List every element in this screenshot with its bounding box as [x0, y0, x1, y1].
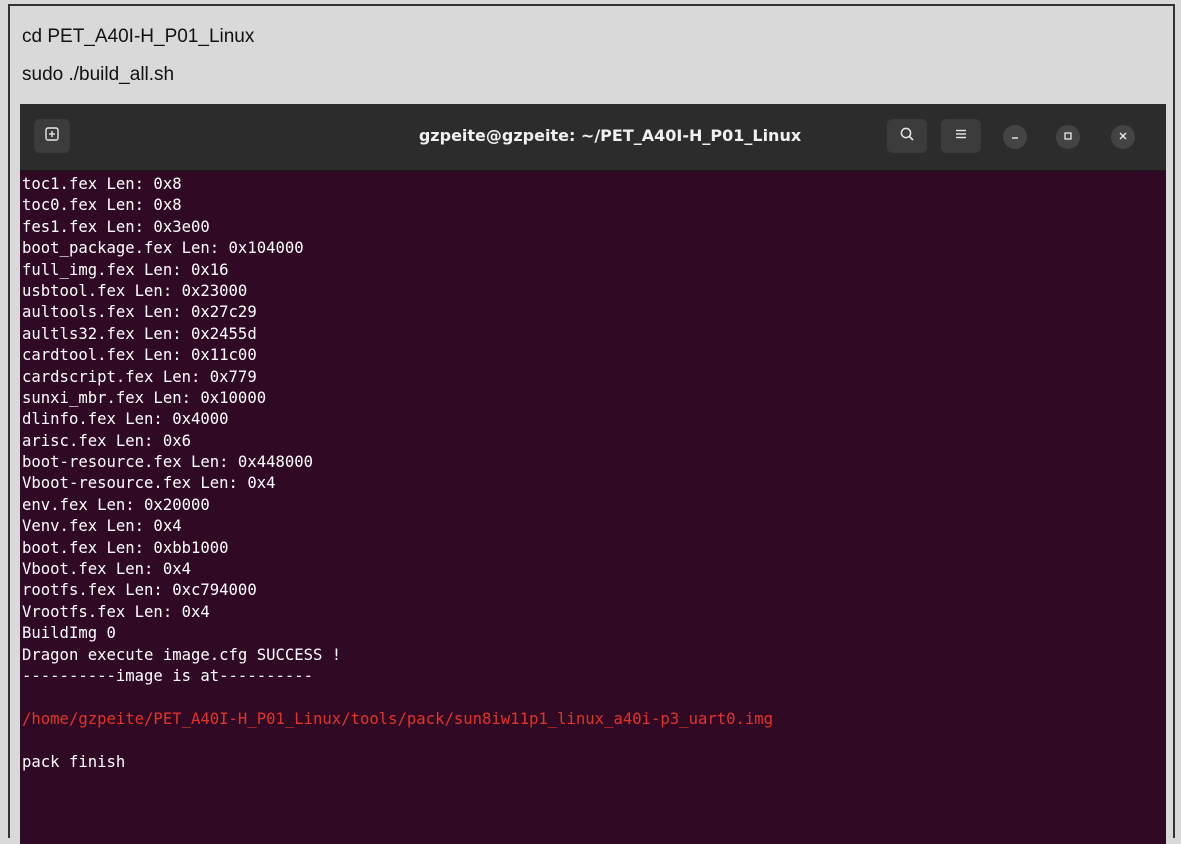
terminal-output-line: boot-resource.fex Len: 0x448000: [22, 453, 314, 472]
terminal-output-line: Venv.fex Len: 0x4: [22, 517, 182, 536]
menu-button[interactable]: [941, 119, 981, 153]
terminal-output[interactable]: toc1.fex Len: 0x8 toc0.fex Len: 0x8 fes1.f…: [22, 174, 1166, 773]
terminal-output-line: usbtool.fex Len: 0x23000: [22, 281, 248, 300]
terminal-output-line: full_img.fex Len: 0x16: [22, 260, 229, 279]
search-icon: [899, 126, 915, 147]
terminal-title: gzpeite@gzpeite: ~/PET_A40I-H_P01_Linux: [418, 126, 802, 145]
terminal-output-line: sunxi_mbr.fex Len: 0x10000: [22, 388, 267, 407]
terminal-titlebar[interactable]: gzpeite@gzpeite: ~/PET_A40I-H_P01_Linux: [20, 104, 1166, 171]
terminal-output-line: Vboot.fex Len: 0x4: [22, 560, 191, 579]
terminal-output-line: boot.fex Len: 0xbb1000: [22, 538, 229, 557]
terminal-output-line: env.fex Len: 0x20000: [22, 495, 210, 514]
search-button[interactable]: [887, 119, 927, 153]
terminal-output-line: /home/gzpeite/PET_A40I-H_P01_Linux/tools…: [22, 709, 774, 728]
maximize-button[interactable]: [1056, 125, 1080, 149]
terminal-output-line: toc0.fex Len: 0x8: [22, 196, 182, 215]
terminal-output-line: ----------image is at----------: [22, 666, 314, 685]
terminal-output-line: Vrootfs.fex Len: 0x4: [22, 602, 210, 621]
terminal-window[interactable]: gzpeite@gzpeite: ~/PET_A40I-H_P01_Linux: [20, 104, 1166, 844]
terminal-output-line: aultools.fex Len: 0x27c29: [22, 303, 257, 322]
terminal-output-line: aultls32.fex Len: 0x2455d: [22, 324, 257, 343]
terminal-output-line: fes1.fex Len: 0x3e00: [22, 217, 210, 236]
terminal-output-line: pack finish: [22, 752, 126, 771]
terminal-output-line: cardtool.fex Len: 0x11c00: [22, 346, 257, 365]
terminal-output-line: dlinfo.fex Len: 0x4000: [22, 410, 229, 429]
maximize-icon: [1063, 129, 1073, 145]
terminal-output-line: BuildImg 0: [22, 624, 116, 643]
document-command-line: sudo ./build_all.sh: [22, 64, 175, 85]
terminal-output-line: arisc.fex Len: 0x6: [22, 431, 191, 450]
minimize-button[interactable]: [1003, 125, 1027, 149]
close-button[interactable]: [1111, 125, 1135, 149]
terminal-output-line: cardscript.fex Len: 0x779: [22, 367, 257, 386]
new-tab-button[interactable]: [34, 119, 70, 153]
hamburger-menu-icon: [953, 126, 969, 147]
close-icon: [1118, 129, 1128, 145]
document-frame: cd PET_A40I-H_P01_Linux sudo ./build_all…: [8, 4, 1175, 844]
terminal-output-line: Dragon execute image.cfg SUCCESS !: [22, 645, 342, 664]
terminal-output-line: boot_package.fex Len: 0x104000: [22, 239, 304, 258]
terminal-output-line: rootfs.fex Len: 0xc794000: [22, 581, 257, 600]
terminal-output-line: toc1.fex Len: 0x8: [22, 175, 182, 193]
new-tab-icon: [44, 126, 60, 147]
minimize-icon: [1010, 129, 1020, 145]
terminal-output-line: Vboot-resource.fex Len: 0x4: [22, 474, 276, 493]
document-command-line: cd PET_A40I-H_P01_Linux: [22, 26, 255, 47]
